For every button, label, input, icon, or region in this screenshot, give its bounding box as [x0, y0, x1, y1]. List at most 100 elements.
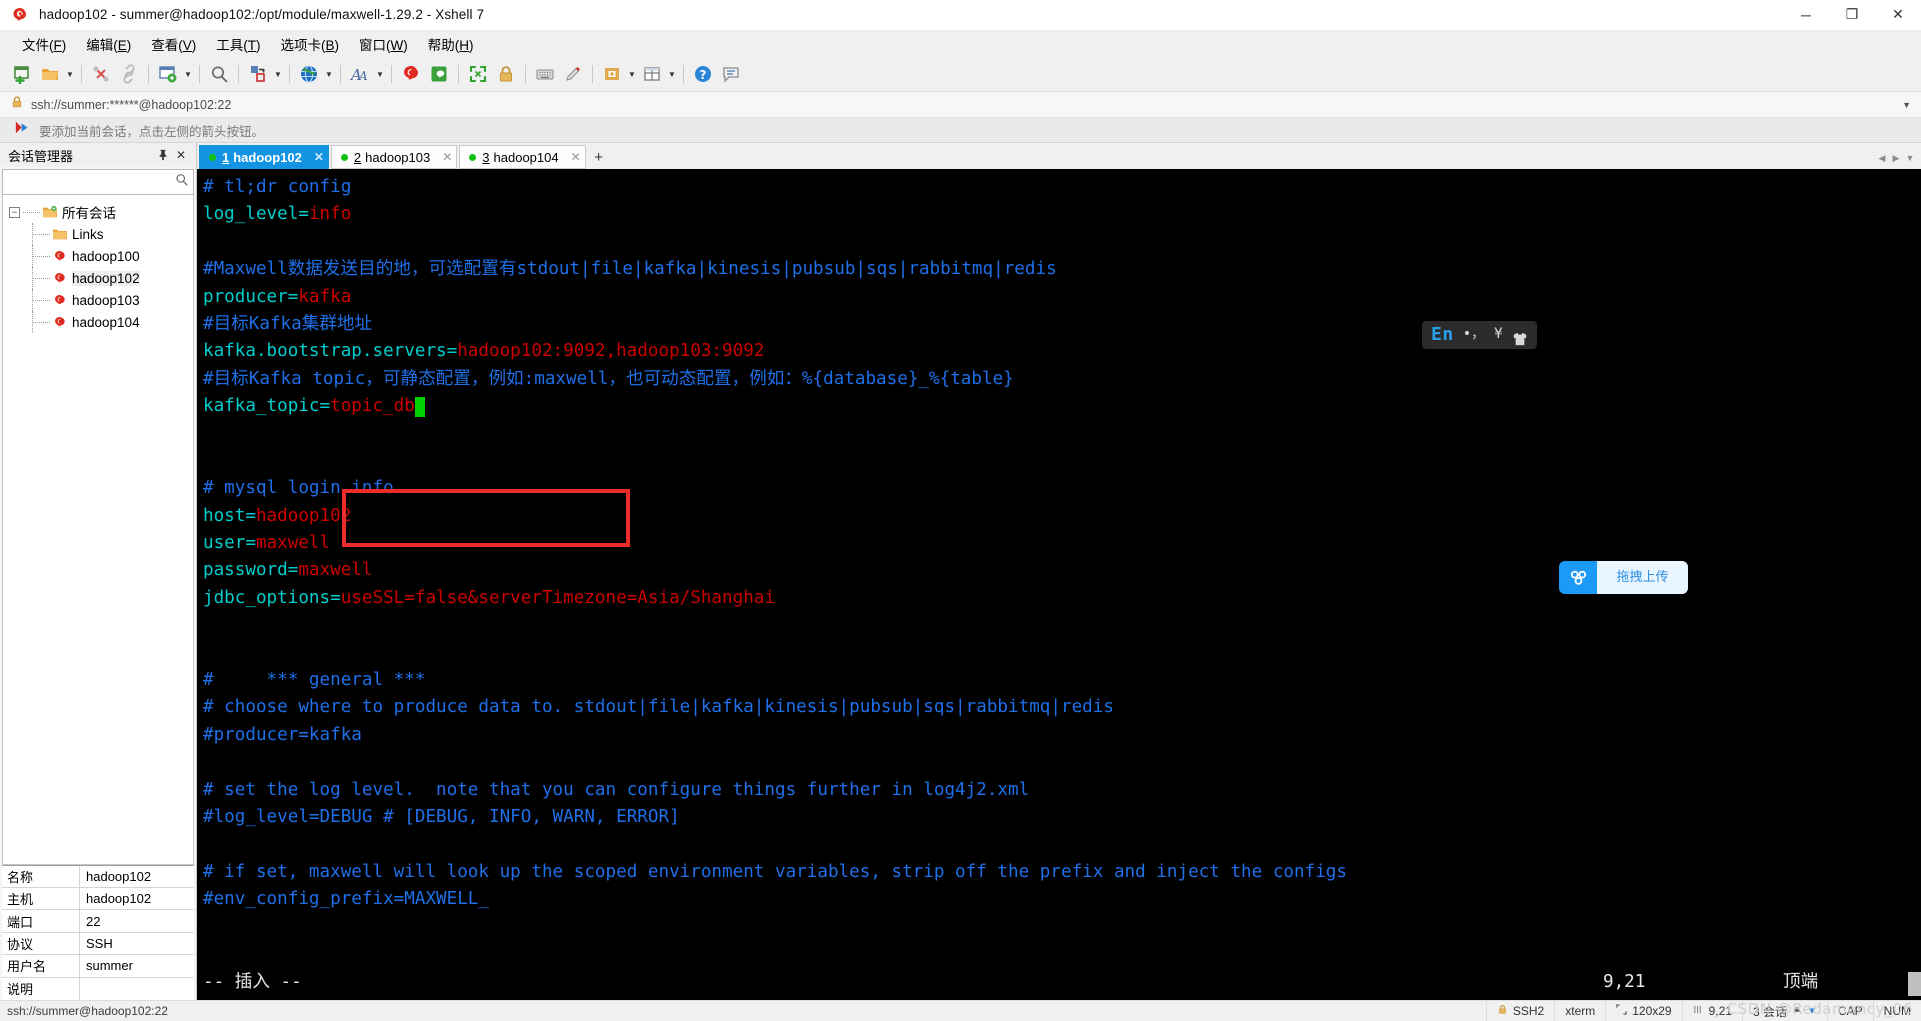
menu-file-accel: F: [53, 37, 62, 53]
menu-window[interactable]: 窗口(W): [350, 31, 417, 57]
vim-status-line: -- 插入 -- 9,21 顶端: [203, 969, 1915, 996]
ime-indicator[interactable]: En •， ¥: [1422, 321, 1537, 349]
tree-item-links[interactable]: Links: [3, 223, 193, 245]
transfer-file-dropdown-icon[interactable]: ▼: [272, 61, 284, 87]
new-tab-button[interactable]: +: [587, 146, 610, 169]
session-properties-dropdown-icon[interactable]: ▼: [182, 61, 194, 87]
tab-scroll-right-icon[interactable]: ▶: [1889, 147, 1903, 169]
maximize-button[interactable]: ❐: [1829, 0, 1875, 30]
status-size-label: 120x29: [1632, 1004, 1672, 1018]
close-button[interactable]: ✕: [1875, 0, 1921, 30]
folder-sessions-icon: [41, 204, 58, 221]
terminal-line: # mysql login info: [203, 475, 1921, 502]
ime-currency-toggle[interactable]: ¥: [1494, 321, 1502, 348]
vim-scroll-indicator: 顶端: [1783, 972, 1819, 992]
session-search-input[interactable]: [3, 175, 174, 189]
shirt-icon[interactable]: [1512, 328, 1528, 346]
web-browser-icon[interactable]: [296, 61, 322, 87]
search-icon[interactable]: [174, 172, 193, 192]
new-session-icon[interactable]: [9, 61, 35, 87]
tab-close-icon[interactable]: ✕: [571, 150, 581, 164]
open-folder-icon[interactable]: [37, 61, 63, 87]
drag-upload-label: 拖拽上传: [1597, 561, 1688, 594]
session-tree[interactable]: − 所有会话 Links hadoop100 hadoop102 hadoop1…: [2, 195, 194, 865]
terminal-segment: producer: [203, 286, 288, 307]
feedback-icon[interactable]: [718, 61, 744, 87]
terminal-scroll-thumb[interactable]: [1908, 972, 1921, 996]
xshell-session-icon: [51, 314, 68, 331]
menu-tools[interactable]: 工具(T): [207, 31, 269, 57]
tree-item-hadoop100[interactable]: hadoop100: [3, 245, 193, 267]
session-search-box[interactable]: [2, 169, 194, 195]
ime-punctuation-toggle[interactable]: •，: [1463, 321, 1485, 348]
tree-item-hadoop104[interactable]: hadoop104: [3, 311, 193, 333]
font-dropdown-icon[interactable]: ▼: [374, 61, 386, 87]
xftp-icon[interactable]: [426, 61, 452, 87]
terminal-segment: kafka.bootstrap.servers: [203, 341, 447, 362]
minimize-button[interactable]: ─: [1783, 0, 1829, 30]
terminal-segment: maxwell: [298, 560, 373, 581]
terminal-segment: info: [308, 204, 352, 225]
drag-upload-button[interactable]: 拖拽上传: [1559, 561, 1688, 594]
tab-close-icon[interactable]: ✕: [314, 150, 324, 164]
help-icon[interactable]: ?: [690, 61, 716, 87]
terminal-segment: # mysql login info: [203, 478, 394, 499]
tab-scroll-left-icon[interactable]: ◀: [1875, 147, 1889, 169]
connect-icon[interactable]: [88, 61, 114, 87]
menu-edit[interactable]: 编辑(E): [77, 31, 140, 57]
font-icon[interactable]: AA: [347, 61, 373, 87]
status-session-count: 3 会话: [1741, 1001, 1827, 1021]
find-icon[interactable]: [206, 61, 232, 87]
toolbar-separator-2: [148, 65, 149, 83]
tree-item-hadoop103[interactable]: hadoop103: [3, 289, 193, 311]
add-note-dropdown-icon[interactable]: ▼: [626, 61, 638, 87]
session-properties-icon[interactable]: [155, 61, 181, 87]
menu-file[interactable]: 文件(F): [13, 31, 75, 57]
keyboard-icon[interactable]: [532, 61, 558, 87]
tab-hadoop103[interactable]: 2 hadoop103 ✕: [330, 145, 458, 169]
terminal-line: # *** general ***: [203, 667, 1921, 694]
property-value: hadoop102: [86, 891, 152, 907]
highlight-icon[interactable]: [560, 61, 586, 87]
terminal-line: #env_config_prefix=MAXWELL_: [203, 886, 1921, 913]
tree-item-hadoop102[interactable]: hadoop102: [3, 267, 193, 289]
terminal-segment: #目标Kafka集群地址: [203, 313, 373, 334]
terminal-segment: #目标Kafka topic，可静态配置，例如:maxwell，也可动态配置，例…: [203, 368, 1014, 389]
transfer-file-icon[interactable]: [245, 61, 271, 87]
toolbar-separator-11: [683, 65, 684, 83]
tree-connector: [33, 277, 50, 279]
layout-dropdown-icon[interactable]: ▼: [666, 61, 678, 87]
address-dropdown-icon[interactable]: ▼: [1902, 100, 1911, 110]
disconnect-icon[interactable]: [116, 61, 142, 87]
status-size: 120x29: [1605, 1001, 1681, 1021]
close-icon[interactable]: ✕: [172, 146, 190, 164]
tab-list-icon[interactable]: ▼: [1903, 147, 1917, 169]
pin-icon[interactable]: [154, 146, 172, 164]
web-browser-dropdown-icon[interactable]: ▼: [323, 61, 335, 87]
property-key: 端口: [2, 910, 80, 932]
open-folder-dropdown-icon[interactable]: ▼: [64, 61, 76, 87]
lock-icon[interactable]: [493, 61, 519, 87]
terminal-screen[interactable]: # tl;dr config log_level=info #Maxwell数据发…: [197, 169, 1921, 1000]
menu-view[interactable]: 查看(V): [142, 31, 205, 57]
add-note-icon[interactable]: [599, 61, 625, 87]
status-security-label: SSH2: [1512, 1004, 1545, 1018]
tree-expander-icon[interactable]: −: [9, 206, 20, 218]
fullscreen-icon[interactable]: [465, 61, 491, 87]
ime-language-label[interactable]: En: [1431, 321, 1454, 348]
tab-hadoop104[interactable]: 3 hadoop104 ✕: [459, 145, 586, 169]
xshell-session-icon: [51, 270, 68, 287]
layout-icon[interactable]: [639, 61, 665, 87]
tab-close-icon[interactable]: ✕: [442, 150, 452, 164]
tree-root-all-sessions[interactable]: − 所有会话: [3, 201, 193, 223]
address-bar[interactable]: ssh://summer:******@hadoop102:22 ▼: [0, 92, 1921, 118]
terminal-line: # if set, maxwell will look up the scope…: [203, 859, 1921, 886]
menu-help[interactable]: 帮助(H): [419, 31, 483, 57]
tab-hadoop102[interactable]: 1 hadoop102 ✕: [199, 145, 329, 169]
xshell-icon[interactable]: [398, 61, 424, 87]
menu-tab[interactable]: 选项卡(B): [272, 31, 349, 57]
property-value: hadoop102: [86, 868, 152, 884]
